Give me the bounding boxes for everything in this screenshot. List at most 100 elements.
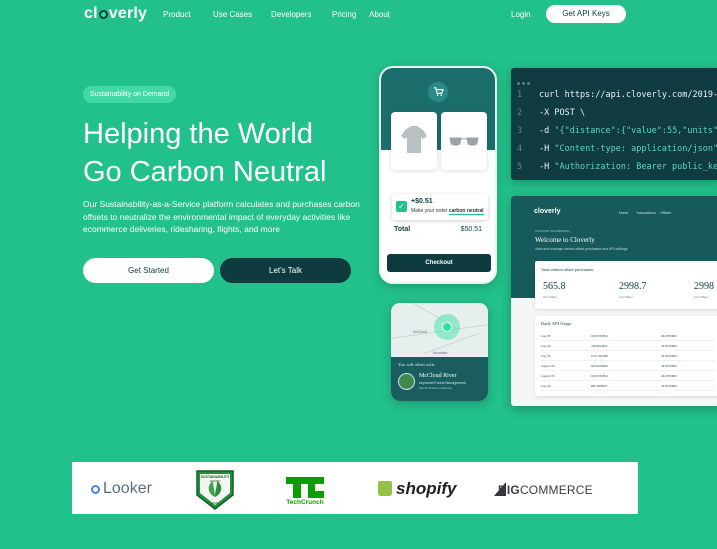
- hero-badge: Sustainability on Demand: [83, 86, 177, 103]
- code-line: 4 -H "Content-type: application/json": [517, 144, 717, 154]
- award-mid-text: AWARD: [209, 479, 221, 483]
- project-location: Mount Shasta, California: [419, 386, 452, 390]
- looker-logo: Looker: [91, 480, 152, 498]
- offset-amount: +$0.51: [411, 198, 433, 205]
- checkout-button[interactable]: Checkout: [387, 254, 491, 272]
- row-id: 4364264001: [591, 344, 608, 348]
- code-line: 3 -d '{"distance":{"value":55,"units": [517, 126, 717, 136]
- checkbox-checked-icon[interactable]: ✓: [396, 201, 407, 212]
- forest-thumbnail-icon: [398, 373, 415, 390]
- stat-value: 2998.7: [619, 281, 647, 292]
- nav-pricing[interactable]: Pricing: [332, 10, 356, 19]
- stat-label: Lbs Offset: [619, 295, 633, 299]
- techcrunch-logo: TechCrunch: [284, 475, 326, 506]
- stat-value: 565.8: [543, 281, 566, 292]
- dashboard-title: Welcome to Cloverly: [535, 236, 595, 244]
- line-number: 4: [517, 144, 523, 154]
- stat-value: 2998: [694, 281, 714, 292]
- code-prefix: -H: [539, 162, 555, 172]
- row-date: Aug 06: [541, 384, 551, 388]
- top-nav: clverlycloverly Product Use Cases Develo…: [0, 0, 717, 30]
- code-line: 2 -X POST \: [517, 108, 585, 118]
- code-line: 5 -H "Authorization: Bearer public_ke: [517, 162, 717, 172]
- offset-with-label: You will offset with:: [398, 362, 436, 367]
- nav-login[interactable]: Login: [511, 10, 531, 19]
- shopify-bag-icon: [378, 481, 392, 496]
- project-info: You will offset with: McCloud River Impr…: [391, 357, 488, 401]
- dashboard-subtitle: View and manage carbon offset purchases …: [535, 247, 628, 251]
- total-label: Total: [394, 226, 411, 233]
- code-prefix: -H: [539, 144, 555, 154]
- cloverly-logo[interactable]: clverlycloverly: [84, 5, 147, 23]
- dashboard-mockup: cloverly Home Transactions Offsets ACCOU…: [511, 196, 717, 406]
- code-line: 1 curl https://api.cloverly.com/2019-: [517, 90, 717, 100]
- table-row[interactable]: Aug 06 4364264001 46.8079800: [541, 342, 715, 351]
- code-string: "Content-type: application/json": [554, 144, 717, 154]
- dashboard-nav-offsets[interactable]: Offsets: [660, 211, 671, 215]
- hero-description: Our Sustainability-as-a-Service platform…: [83, 199, 360, 234]
- get-api-keys-button[interactable]: Get API Keys: [546, 5, 626, 23]
- row-date: Aug 06: [541, 354, 551, 358]
- offset-summary-card: Total carbon offset purchases 565.8 Lbs …: [535, 261, 717, 309]
- location-pin-icon[interactable]: [442, 322, 452, 332]
- row-id: BB-4989847: [591, 384, 608, 388]
- looker-icon: [91, 485, 100, 494]
- summary-title: Total carbon offset purchases: [541, 267, 594, 272]
- dashboard-nav-transactions[interactable]: Transactions: [636, 211, 656, 215]
- line-number: 5: [517, 162, 523, 172]
- total-value: $50.51: [460, 226, 482, 233]
- product-sunglasses: [441, 112, 487, 170]
- offset-option[interactable]: ✓ +$0.51 Make your order carbon neutral: [392, 194, 488, 220]
- row-date: August 06: [541, 374, 555, 378]
- shopify-logo: shopify: [378, 479, 456, 499]
- hero-title: Helping the World Go Carbon Neutral: [83, 115, 383, 191]
- code-text: -X POST \: [539, 108, 586, 118]
- techcrunch-text: TechCrunch: [286, 499, 324, 506]
- code-string: {"distance":{"value":55,"units": [559, 126, 717, 136]
- offset-text-main: Make your order: [411, 208, 448, 214]
- cart-icon: [428, 82, 448, 102]
- table-row[interactable]: August 06 9013784863 46.8079800: [541, 372, 715, 381]
- row-value: 46.8079800: [661, 374, 677, 378]
- offset-project-card: McCloud Mountain You will offset with: M…: [391, 303, 488, 401]
- project-name: McCloud River: [419, 373, 457, 379]
- get-started-button[interactable]: Get Started: [83, 258, 214, 283]
- table-title: Daily API Usage: [541, 321, 572, 326]
- product-tshirt: [391, 112, 437, 170]
- row-date: Aug 06: [541, 344, 551, 348]
- window-dots: [517, 72, 532, 90]
- line-number: 2: [517, 108, 523, 118]
- table-row[interactable]: August 06 9013784863 46.8079800: [541, 362, 715, 371]
- bigcommerce-logo: BIGCOMMERCE: [494, 482, 593, 497]
- project-description: Improved Forest Management: [419, 381, 466, 385]
- sustainability-award-logo: SUSTAINABILITY AWARD 2020: [193, 465, 237, 511]
- row-value: 46.8079800: [661, 354, 677, 358]
- partner-logos: Looker SUSTAINABILITY AWARD 2020 TechCru…: [72, 462, 638, 514]
- nav-developers[interactable]: Developers: [271, 10, 311, 19]
- dashboard-eyebrow: ACCOUNT DASHBOARD: [535, 229, 570, 233]
- clover-icon: [98, 10, 108, 19]
- line-number: 3: [517, 126, 523, 136]
- row-value: 46.8079800: [661, 364, 677, 368]
- nav-use-cases[interactable]: Use Cases: [213, 10, 252, 19]
- table-row[interactable]: Aug 06 BB-4989847 46.8079800: [541, 382, 715, 391]
- code-text: curl https://api.cloverly.com/2019-: [539, 90, 717, 100]
- dashboard-nav-home[interactable]: Home: [619, 211, 628, 215]
- nav-product[interactable]: Product: [163, 10, 191, 19]
- looker-text: Looker: [103, 480, 152, 497]
- tshirt-icon: [401, 126, 427, 153]
- stat-label: Lbs Offset: [543, 295, 557, 299]
- offset-text: Make your order carbon neutral: [411, 208, 484, 215]
- row-value: 46.8079800: [661, 334, 677, 338]
- nav-about[interactable]: About: [369, 10, 390, 19]
- stat-label: Lbs Offset: [694, 295, 708, 299]
- bigcommerce-big: BIG: [498, 483, 520, 497]
- table-row[interactable]: Aug 06 9013784863 46.8079800: [541, 332, 715, 341]
- table-row[interactable]: Aug 06 OTF-325280 46.8079800: [541, 352, 715, 361]
- lets-talk-button[interactable]: Let's Talk: [220, 258, 351, 283]
- sunglasses-icon: [449, 137, 479, 146]
- techcrunch-icon: [284, 475, 326, 499]
- offset-text-highlight: carbon neutral: [448, 208, 484, 215]
- hero-title-line1: Helping the World: [83, 118, 313, 150]
- row-id: 9013784863: [591, 364, 608, 368]
